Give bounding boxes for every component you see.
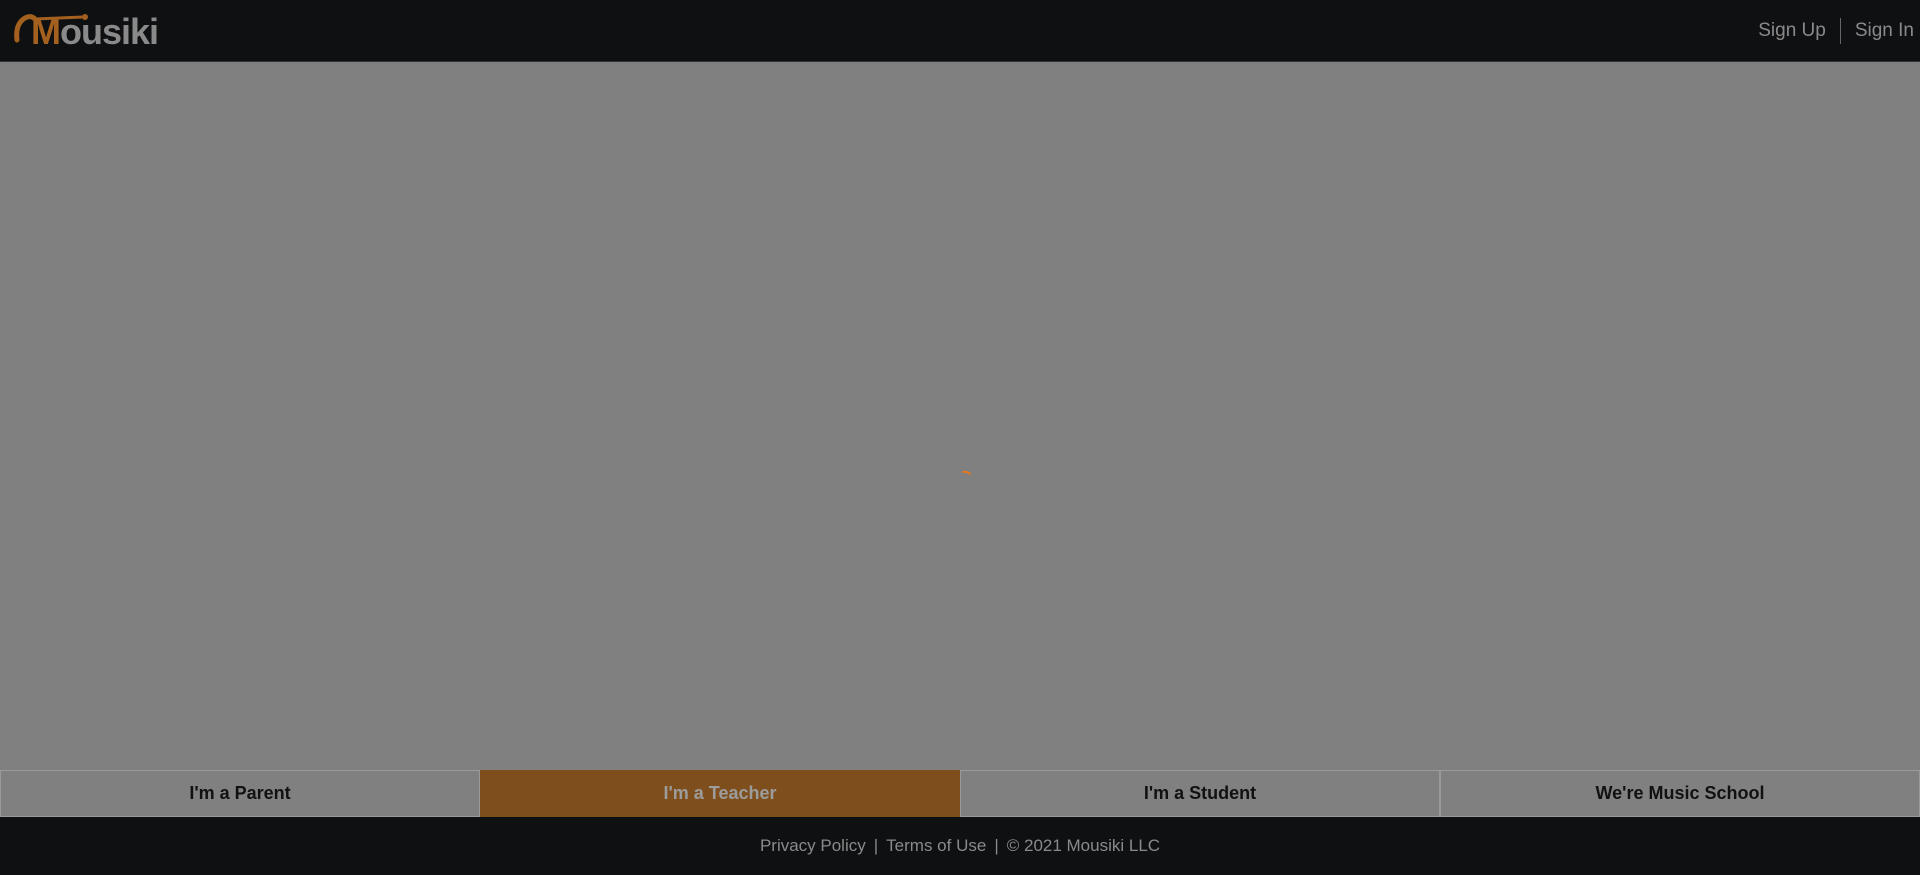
tab-music-school[interactable]: We're Music School bbox=[1440, 770, 1920, 817]
tab-parent[interactable]: I'm a Parent bbox=[0, 770, 480, 817]
loading-overlay bbox=[0, 63, 1920, 770]
loading-spinner-icon bbox=[962, 470, 971, 475]
tab-student[interactable]: I'm a Student bbox=[960, 770, 1440, 817]
tab-teacher[interactable]: I'm a Teacher bbox=[480, 770, 960, 817]
mousiki-logo[interactable]: Mousiki bbox=[13, 10, 159, 52]
logo-initial: M bbox=[31, 11, 61, 52]
sign-in-link[interactable]: Sign In bbox=[1841, 20, 1920, 42]
footer-separator: | bbox=[873, 836, 879, 855]
terms-of-use-link[interactable]: Terms of Use bbox=[886, 836, 986, 856]
footer-separator: | bbox=[994, 836, 999, 855]
auth-links: Sign Up Sign In bbox=[1744, 0, 1920, 62]
sign-up-link[interactable]: Sign Up bbox=[1744, 20, 1840, 42]
copyright-text: © 2021 Mousiki LLC bbox=[1006, 836, 1161, 855]
top-header: Mousiki Sign Up Sign In bbox=[0, 0, 1920, 62]
role-tabs: I'm a Parent I'm a Teacher I'm a Student… bbox=[0, 770, 1920, 817]
privacy-policy-link[interactable]: Privacy Policy bbox=[760, 836, 866, 856]
logo-wordmark: ousiki bbox=[60, 11, 159, 52]
page-footer: Privacy Policy | Terms of Use | © 2021 M… bbox=[0, 817, 1920, 875]
